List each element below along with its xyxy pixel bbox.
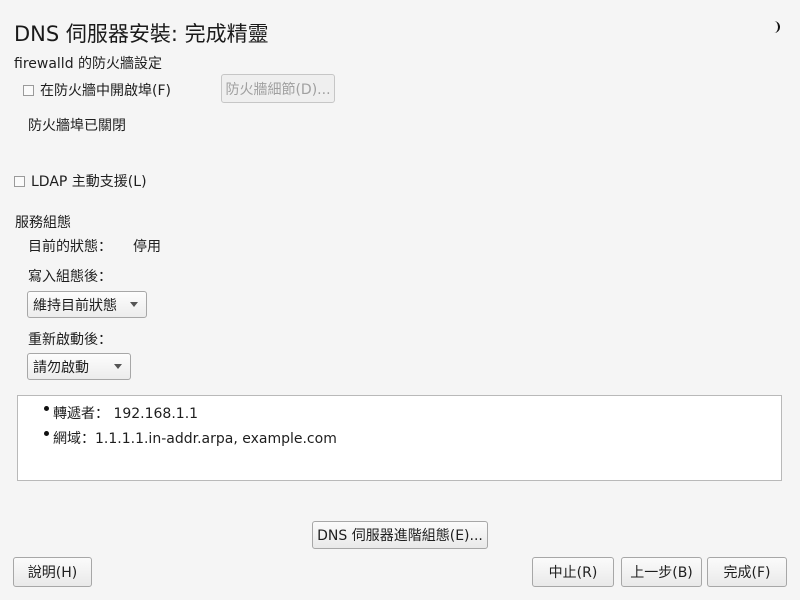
moon-icon[interactable] <box>768 20 782 34</box>
after-write-label: 寫入組態後： <box>28 269 112 285</box>
open-port-label[interactable]: 在防火牆中開啟埠(F) <box>40 80 171 100</box>
chevron-down-icon <box>114 364 122 369</box>
chevron-down-icon <box>130 302 138 307</box>
after-write-value: 維持目前狀態 <box>33 297 117 314</box>
finish-button[interactable]: 完成(F) <box>707 557 787 587</box>
after-reboot-label: 重新啟動後： <box>28 332 112 348</box>
back-button[interactable]: 上一步(B) <box>621 557 702 587</box>
firewall-status-text: 防火牆埠已關閉 <box>28 118 126 134</box>
current-state-value: 停用 <box>133 239 161 255</box>
ldap-checkbox[interactable] <box>14 175 25 187</box>
after-reboot-dropdown[interactable]: 請勿啟動 <box>27 353 131 380</box>
summary-item: 網域：1.1.1.1.in-addr.arpa, example.com <box>44 428 337 448</box>
advanced-config-button[interactable]: DNS 伺服器進階組態(E)... <box>312 521 488 549</box>
open-port-checkbox-row[interactable]: 在防火牆中開啟埠(F) <box>23 80 171 100</box>
window-title: DNS 伺服器安裝: 完成精靈 <box>14 22 269 46</box>
open-port-checkbox[interactable] <box>23 84 34 96</box>
after-write-dropdown[interactable]: 維持目前狀態 <box>27 291 147 318</box>
ldap-label[interactable]: LDAP 主動支援(L) <box>31 171 147 191</box>
service-section-label: 服務組態 <box>15 215 71 231</box>
current-state-label: 目前的狀態： <box>28 239 112 255</box>
summary-item: 轉遞者： 192.168.1.1 <box>43 403 198 423</box>
ldap-checkbox-row[interactable]: LDAP 主動支援(L) <box>14 171 147 191</box>
after-reboot-value: 請勿啟動 <box>33 359 89 376</box>
summary-panel[interactable]: 轉遞者： 192.168.1.1 網域：1.1.1.1.in-addr.arpa… <box>17 395 782 481</box>
firewall-details-button[interactable]: 防火牆細節(D)... <box>221 74 335 103</box>
abort-button[interactable]: 中止(R) <box>532 557 614 587</box>
firewall-section-label: firewalld 的防火牆設定 <box>14 56 163 72</box>
help-button[interactable]: 說明(H) <box>13 557 92 587</box>
